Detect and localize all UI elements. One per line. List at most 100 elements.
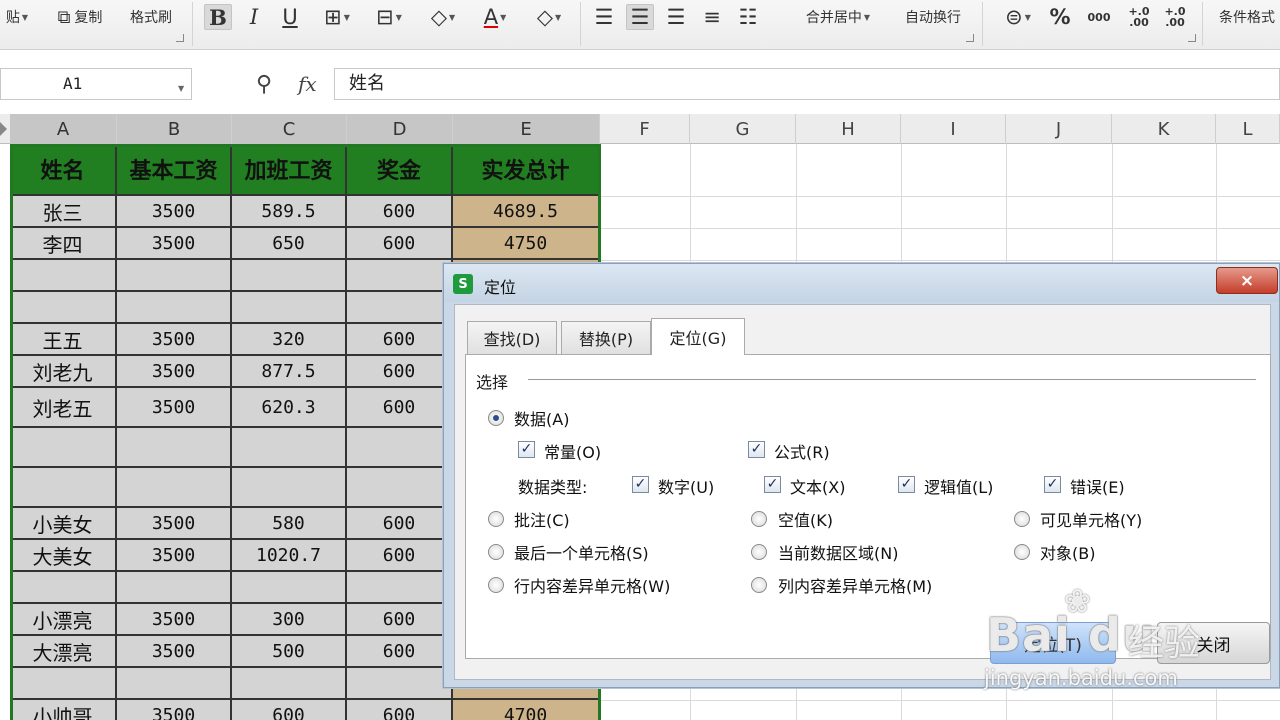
numbers-label: 数字(U) bbox=[658, 478, 715, 497]
name-box[interactable]: A1 bbox=[0, 68, 192, 100]
goto-ok-button[interactable]: 定位(T) bbox=[990, 622, 1116, 664]
align-left-button[interactable]: ☰ bbox=[590, 4, 618, 30]
group-label: 选择 bbox=[476, 373, 509, 392]
column-header-h[interactable]: H bbox=[796, 114, 901, 144]
column-header-d[interactable]: D bbox=[347, 114, 453, 144]
currency-button[interactable]: ⊜ ▼ bbox=[996, 4, 1040, 30]
merge-center-button[interactable]: 合并居中 ▼ bbox=[794, 4, 882, 30]
text-checkbox[interactable]: ✓ bbox=[764, 476, 781, 493]
justify-icon: ≡ bbox=[703, 5, 721, 29]
bold-button[interactable]: B bbox=[204, 4, 232, 30]
conditional-format-label: 条件格式 bbox=[1219, 10, 1275, 26]
chevron-down-icon: ▼ bbox=[500, 12, 507, 22]
column-header-g[interactable]: G bbox=[690, 114, 796, 144]
align-right-button[interactable]: ☰ bbox=[662, 4, 690, 30]
align-center-icon: ☰ bbox=[630, 5, 650, 29]
blanks-radio[interactable] bbox=[751, 511, 767, 527]
data-radio[interactable] bbox=[488, 410, 504, 426]
underline-button[interactable]: U bbox=[276, 4, 304, 30]
zoom-icon[interactable]: ⚲ bbox=[256, 72, 272, 97]
blanks-label: 空值(K) bbox=[778, 511, 833, 530]
column-header-i[interactable]: I bbox=[901, 114, 1006, 144]
clipboard-launcher-icon[interactable] bbox=[176, 34, 184, 42]
percent-button[interactable]: % bbox=[1046, 4, 1074, 30]
formulas-checkbox[interactable]: ✓ bbox=[748, 441, 765, 458]
last-cell-radio[interactable] bbox=[488, 544, 504, 560]
constants-checkbox[interactable]: ✓ bbox=[518, 441, 535, 458]
row-diff-label: 行内容差异单元格(W) bbox=[514, 577, 671, 596]
tab-goto[interactable]: 定位(G) bbox=[651, 318, 745, 355]
italic-button[interactable]: I bbox=[240, 4, 268, 30]
comments-radio[interactable] bbox=[488, 511, 504, 527]
ribbon-separator bbox=[580, 2, 581, 46]
decrease-decimal-button[interactable]: +.0 .00 bbox=[1160, 4, 1190, 30]
ribbon-toolbar: 贴 ▼ ⧉ 复制 格式刷 B I U ⊞ ▼ ⊟ ▼ ◇ ▼ A ▼ ◇ ▼ ☰ ☰ ☰ ≡ … bbox=[0, 0, 1280, 50]
constants-label: 常量(O) bbox=[544, 443, 602, 462]
fill-color-button[interactable]: ◇ ▼ bbox=[420, 4, 466, 30]
chevron-down-icon[interactable]: ▼ bbox=[178, 84, 184, 93]
format-painter-button[interactable]: 格式刷 bbox=[120, 4, 182, 30]
column-header-a[interactable]: A bbox=[10, 114, 117, 144]
distribute-icon: ☷ bbox=[738, 5, 758, 29]
column-header-e[interactable]: E bbox=[453, 114, 600, 144]
close-button[interactable]: 关闭 bbox=[1157, 622, 1270, 664]
select-all-corner-icon[interactable] bbox=[0, 122, 7, 136]
align-left-icon: ☰ bbox=[594, 5, 614, 29]
column-header-f[interactable]: F bbox=[600, 114, 690, 144]
paste-button[interactable]: 贴 ▼ bbox=[0, 4, 34, 30]
align-center-button[interactable]: ☰ bbox=[626, 4, 654, 30]
alignment-launcher-icon[interactable] bbox=[966, 34, 974, 42]
conditional-format-button[interactable]: 条件格式 bbox=[1214, 4, 1280, 30]
thousands-button[interactable]: 000 bbox=[1084, 4, 1114, 30]
visible-cells-radio[interactable] bbox=[1014, 511, 1030, 527]
column-header-b[interactable]: B bbox=[117, 114, 232, 144]
chevron-down-icon: ▼ bbox=[863, 12, 871, 22]
fx-icon[interactable]: fx bbox=[298, 72, 317, 96]
number-launcher-icon[interactable] bbox=[1188, 34, 1196, 42]
data-label: 数据(A) bbox=[514, 410, 570, 429]
col-diff-radio[interactable] bbox=[751, 577, 767, 593]
column-header-c[interactable]: C bbox=[232, 114, 347, 144]
tab-find[interactable]: 查找(D) bbox=[467, 321, 557, 354]
gridline bbox=[600, 196, 1280, 197]
numbers-checkbox[interactable]: ✓ bbox=[632, 476, 649, 493]
column-header-j[interactable]: J bbox=[1006, 114, 1112, 144]
objects-radio[interactable] bbox=[1014, 544, 1030, 560]
borders-icon: ⊞ bbox=[324, 5, 342, 29]
chevron-down-icon: ▼ bbox=[343, 12, 350, 22]
group-divider bbox=[528, 379, 1256, 380]
current-region-radio[interactable] bbox=[751, 544, 767, 560]
tab-replace[interactable]: 替换(P) bbox=[561, 321, 651, 354]
column-header-l[interactable]: L bbox=[1216, 114, 1280, 144]
formula-bar: A1 ▼ ⚲ fx 姓名 bbox=[0, 62, 1280, 108]
wrap-text-button[interactable]: 自动换行 bbox=[894, 4, 972, 30]
chevron-down-icon: ▼ bbox=[395, 12, 402, 22]
font-color-button[interactable]: A ▼ bbox=[472, 4, 518, 30]
formula-input[interactable]: 姓名 bbox=[334, 68, 1280, 100]
cell-style-button[interactable]: ⊟ ▼ bbox=[366, 4, 412, 30]
chevron-down-icon: ▼ bbox=[449, 12, 456, 22]
copy-icon: ⧉ bbox=[57, 6, 71, 28]
dialog-titlebar[interactable]: S 定位 × bbox=[444, 264, 1279, 302]
clear-format-button[interactable]: ◇ ▼ bbox=[526, 4, 572, 30]
row-diff-radio[interactable] bbox=[488, 577, 504, 593]
align-right-icon: ☰ bbox=[666, 5, 686, 29]
objects-label: 对象(B) bbox=[1040, 544, 1096, 563]
gridline bbox=[600, 260, 1280, 261]
distribute-button[interactable]: ☷ bbox=[734, 4, 762, 30]
col-diff-label: 列内容差异单元格(M) bbox=[778, 577, 933, 596]
cell-style-icon: ⊟ bbox=[376, 5, 394, 29]
copy-button[interactable]: ⧉ 复制 bbox=[46, 4, 114, 30]
font-color-icon: A bbox=[483, 5, 499, 29]
ribbon-separator bbox=[192, 2, 193, 46]
borders-button[interactable]: ⊞ ▼ bbox=[314, 4, 360, 30]
increase-decimal-button[interactable]: +.0 .00 bbox=[1124, 4, 1154, 30]
logicals-checkbox[interactable]: ✓ bbox=[898, 476, 915, 493]
justify-button[interactable]: ≡ bbox=[698, 4, 726, 30]
errors-checkbox[interactable]: ✓ bbox=[1044, 476, 1061, 493]
column-header-k[interactable]: K bbox=[1112, 114, 1216, 144]
dialog-body: 查找(D) 替换(P) 定位(G) 选择 数据(A) ✓ 常量(O) ✓ 公式(… bbox=[454, 304, 1271, 680]
close-icon[interactable]: × bbox=[1216, 267, 1278, 294]
format-painter-label: 格式刷 bbox=[130, 10, 172, 26]
eraser-icon: ◇ bbox=[536, 5, 553, 29]
